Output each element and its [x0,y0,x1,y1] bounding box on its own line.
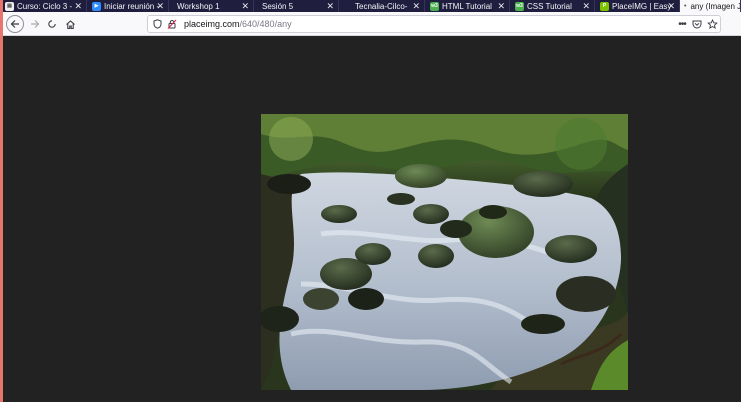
arrow-left-icon [10,20,19,28]
close-icon[interactable]: ✕ [326,0,334,12]
tab-label: CSS Tutorial [527,1,572,11]
w3schools-icon: w3 [430,1,439,11]
tab-workshop[interactable]: Workshop 1 ✕ [169,0,254,12]
arrow-right-icon [31,20,40,28]
placeimg-icon: P [600,1,609,11]
close-icon[interactable]: ✕ [497,0,505,12]
close-icon[interactable]: ✕ [74,0,82,12]
navigation-toolbar: placeimg.com/640/480/any ••• [0,12,741,36]
tab-placeimg[interactable]: P PlaceIMG | Easy ✕ [595,0,680,12]
tab-label: any (Imagen J [690,1,741,11]
reload-button[interactable] [43,15,61,33]
tab-label: Curso: Ciclo 3 - [17,1,73,11]
tab-label: PlaceIMG | Easy [612,1,672,11]
tab-label: Workshop 1 [177,1,220,11]
close-icon[interactable]: ✕ [241,0,249,12]
url-bar[interactable]: placeimg.com/640/480/any ••• [147,15,721,33]
page-actions-icon[interactable]: ••• [676,18,688,30]
url-path: /640/480/any [239,19,292,29]
dot-icon: • [684,2,687,10]
tab-label: HTML Tutorial [442,1,492,11]
url-text[interactable]: placeimg.com/640/480/any [184,16,292,33]
back-button[interactable] [6,15,24,33]
pocket-icon[interactable] [691,18,703,30]
insecure-lock-icon[interactable] [166,18,178,30]
tab-strip: ▤ Curso: Ciclo 3 - ✕ ▶ Iniciar reunión -… [0,0,741,12]
video-icon: ▶ [92,1,101,11]
river-photo [261,114,628,390]
w3schools-icon: w3 [515,1,524,11]
close-icon[interactable]: ✕ [667,0,675,12]
tab-css-tutorial[interactable]: w3 CSS Tutorial ✕ [510,0,595,12]
url-domain: placeimg.com [184,19,240,29]
close-icon[interactable]: ✕ [412,0,420,12]
home-icon [65,19,75,29]
reload-icon [48,20,56,28]
close-icon[interactable]: ✕ [156,0,164,12]
page-content [0,37,741,402]
tab-tecnalia[interactable]: Tecnalia-Cilco- ✕ [339,0,425,12]
tab-iniciar-reunion[interactable]: ▶ Iniciar reunión - ✕ [87,0,169,12]
tab-label: Tecnalia-Cilco- [355,1,408,11]
book-icon: ▤ [5,1,14,11]
home-button[interactable] [61,15,79,33]
shield-icon[interactable] [151,18,163,30]
close-icon[interactable]: ✕ [582,0,590,12]
tab-curso[interactable]: ▤ Curso: Ciclo 3 - ✕ [0,0,87,12]
tab-sesion[interactable]: Sesión 5 ✕ [254,0,339,12]
bookmark-star-icon[interactable] [706,18,718,30]
browser-window: ▤ Curso: Ciclo 3 - ✕ ▶ Iniciar reunión -… [0,0,741,402]
window-edge [0,0,3,402]
forward-button[interactable] [26,15,44,33]
tab-html-tutorial[interactable]: w3 HTML Tutorial ✕ [425,0,510,12]
tab-label: Sesión 5 [262,1,294,11]
tab-any-active[interactable]: • any (Imagen J [680,0,741,12]
tab-label: Iniciar reunión - [104,1,160,11]
